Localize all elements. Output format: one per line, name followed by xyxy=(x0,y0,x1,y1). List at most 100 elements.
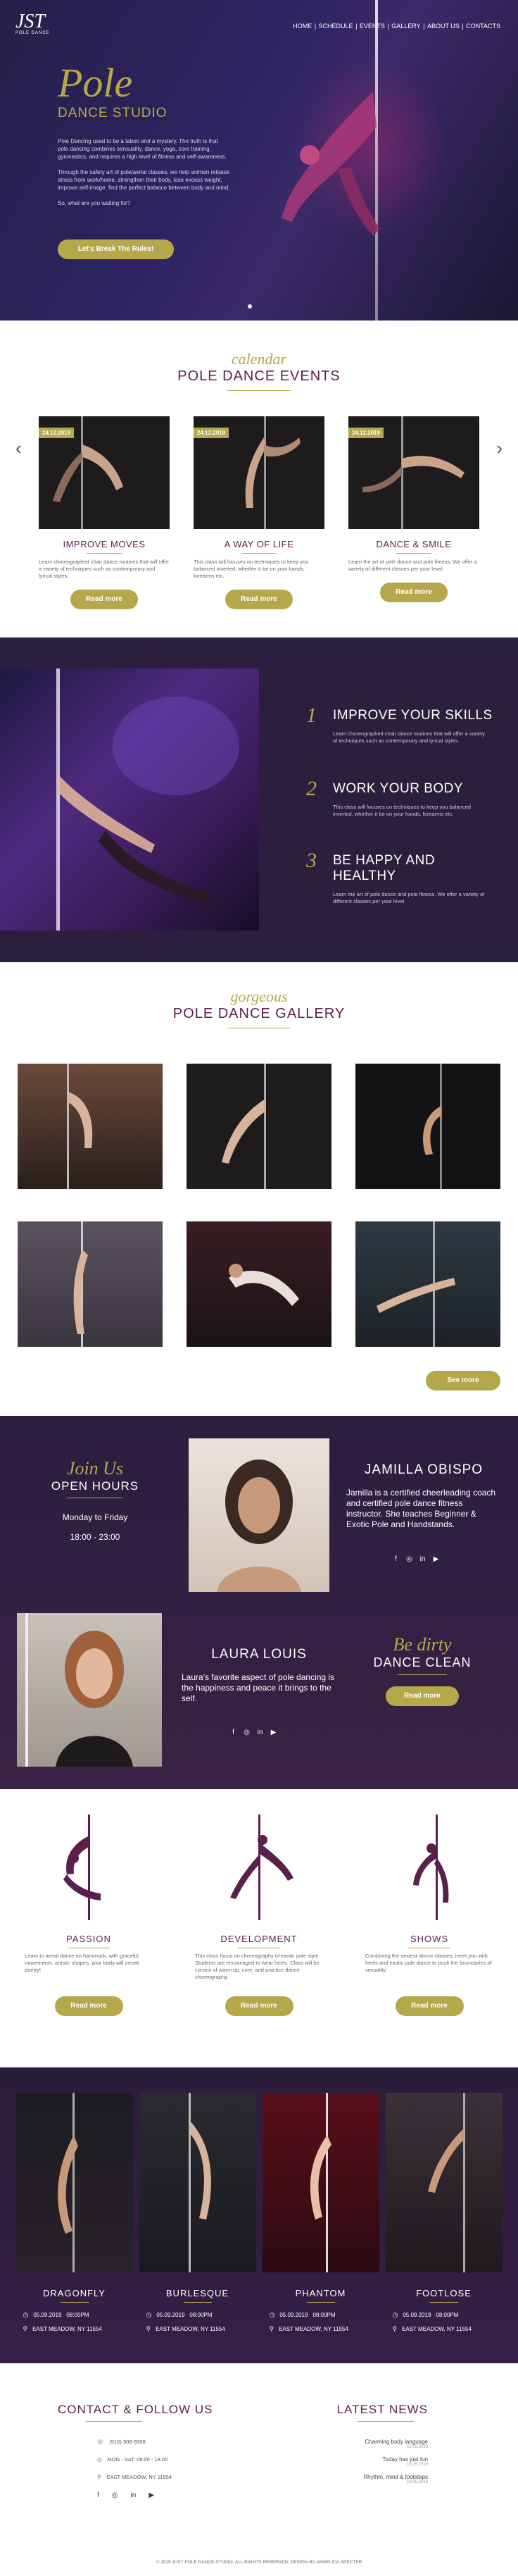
open-days: Monday to Friday xyxy=(62,1512,128,1522)
event-date: 24.12.2019 xyxy=(348,428,384,438)
nav-schedule[interactable]: SCHEDULE xyxy=(319,23,353,30)
event-title[interactable]: IMPROVE MOVES xyxy=(39,539,170,549)
gallery-image[interactable] xyxy=(187,1221,331,1347)
event-read-more-button[interactable]: Read more xyxy=(225,590,293,609)
event-card: 24.12.2019 A WAY OF LIFE This class will… xyxy=(194,416,324,609)
nav-gallery[interactable]: GALLERY xyxy=(391,23,420,30)
class-card: FOOTLOSE ◷ 05.09.2019 08:00PM ⚲ EAST MEADOW… xyxy=(385,2093,503,2363)
style-text: Combining the sexiest dance classes, mee… xyxy=(365,1953,492,1973)
prev-arrow-icon[interactable]: ‹ xyxy=(15,437,22,459)
instagram-icon[interactable]: ◎ xyxy=(243,1729,251,1736)
slider-dot[interactable] xyxy=(248,304,252,309)
social-links: f ◎ in ▶ xyxy=(229,1729,277,1736)
linkedin-icon[interactable]: in xyxy=(419,1555,427,1563)
social-links: f ◎ in ▶ xyxy=(392,1555,440,1563)
skill-text: This class will focuses on techniques to… xyxy=(333,804,471,817)
style-text: This class focus on choreography of exot… xyxy=(195,1953,320,1980)
hero-cta-button[interactable]: Let's Break The Rules! xyxy=(58,239,174,259)
event-read-more-button[interactable]: Read more xyxy=(70,590,138,609)
dance-clean-block: Be dirty DANCE CLEAN Read more xyxy=(366,1634,479,1706)
youtube-icon[interactable]: ▶ xyxy=(432,1555,440,1563)
nav-events[interactable]: EVENTS xyxy=(360,23,385,30)
class-image[interactable] xyxy=(15,2093,133,2272)
news-item[interactable]: Rhythm, mind & footsteps xyxy=(336,2474,428,2480)
facebook-icon[interactable]: f xyxy=(97,2491,99,2499)
style-card: PASSION Learn to aerial dance on hammock… xyxy=(25,1815,153,2067)
gallery-image[interactable] xyxy=(355,1064,500,1189)
footer-social: f ◎ in ▶ xyxy=(97,2491,213,2499)
gallery-image[interactable] xyxy=(18,1064,163,1189)
dance-clean-read-more-button[interactable]: Read more xyxy=(386,1686,459,1706)
events-title: POLE DANCE EVENTS xyxy=(177,368,341,384)
site-logo[interactable]: JST POLE DANCE xyxy=(15,12,58,41)
nav-contacts[interactable]: CONTACTS xyxy=(466,23,500,30)
class-image[interactable] xyxy=(139,2093,256,2272)
dancer-silhouette-icon xyxy=(230,1815,293,1920)
class-image[interactable] xyxy=(262,2093,379,2272)
team-name: JAMILLA OBISPO xyxy=(364,1462,484,1477)
team-photo-laura xyxy=(17,1613,162,1767)
next-arrow-icon[interactable]: › xyxy=(496,437,503,459)
event-date: 24.12.2019 xyxy=(194,428,229,438)
linkedin-icon[interactable]: in xyxy=(131,2491,137,2499)
clock-icon: ◷ xyxy=(392,2311,398,2318)
team-name: LAURA LOUIS xyxy=(211,1647,307,1662)
team-section: Join Us OPEN HOURS Monday to Friday 18:0… xyxy=(0,1416,518,1789)
location-icon: ⚲ xyxy=(392,2325,398,2332)
gallery-see-more-button[interactable]: See more xyxy=(426,1371,500,1390)
hero-description: Pole Dancing used to be a taboo and a my… xyxy=(58,138,230,206)
main-nav: HOME | SCHEDULE | EVENTS | GALLERY | ABO… xyxy=(293,23,500,30)
style-read-more-button[interactable]: Read more xyxy=(395,1996,464,2016)
class-card: PHANTOM ◷ 05.09.2019 08:00PM ⚲ EAST MEADOW,… xyxy=(262,2093,379,2363)
class-image[interactable] xyxy=(385,2093,503,2272)
event-card: 24.12.2019 IMPROVE MOVES Learn choreogra… xyxy=(39,416,170,609)
gallery-image[interactable] xyxy=(187,1064,331,1189)
facebook-icon[interactable]: f xyxy=(392,1555,400,1563)
instagram-icon[interactable]: ◎ xyxy=(112,2491,118,2499)
open-hours: Join Us OPEN HOURS Monday to Friday 18:0… xyxy=(42,1458,148,1552)
event-title[interactable]: DANCE & SMILE xyxy=(348,539,479,549)
dancer-silhouette-icon xyxy=(413,1815,449,1920)
skill-item: 2 WORK YOUR BODY This class will focuses… xyxy=(306,777,496,818)
styles-section: PASSION Learn to aerial dance on hammock… xyxy=(0,1789,518,2067)
youtube-icon[interactable]: ▶ xyxy=(270,1729,277,1736)
gallery-image[interactable] xyxy=(18,1221,163,1347)
style-read-more-button[interactable]: Read more xyxy=(54,1996,123,2016)
clock-icon: ◷ xyxy=(269,2311,275,2318)
contact-title: CONTACT & FOLLOW US xyxy=(58,2403,213,2416)
dancer-silhouette-icon xyxy=(63,1815,101,1920)
class-card: DRAGONFLY ◷ 05.09.2019 08:00PM ⚲ EAST MEADO… xyxy=(15,2093,133,2363)
location-icon: ⚲ xyxy=(23,2325,28,2332)
style-title: PASSION xyxy=(66,1934,111,1944)
nav-about[interactable]: ABOUT US xyxy=(427,23,460,30)
event-card: 24.12.2019 DANCE & SMILE Learn the art o… xyxy=(348,416,479,609)
news-item[interactable]: Charming body language xyxy=(336,2439,428,2445)
style-read-more-button[interactable]: Read more xyxy=(225,1996,293,2016)
team-desc: Jamilla is a certified cheerleading coac… xyxy=(346,1488,496,1529)
location-icon: ⚲ xyxy=(146,2325,151,2332)
clock-icon: ◷ xyxy=(97,2456,102,2463)
nav-home[interactable]: HOME xyxy=(293,23,312,30)
gallery-image[interactable] xyxy=(355,1221,500,1347)
style-text: Learn to aerial dance on hammock, with g… xyxy=(25,1953,140,1973)
youtube-icon[interactable]: ▶ xyxy=(149,2491,154,2499)
skill-text: Learn choreographed chair dance routines… xyxy=(333,730,485,744)
style-card: DEVELOPMENT This class focus on choreogr… xyxy=(195,1815,323,2067)
skill-item: 1 IMPROVE YOUR SKILLS Learn choreographe… xyxy=(306,704,496,745)
event-title[interactable]: A WAY OF LIFE xyxy=(194,539,324,549)
event-image: 24.12.2019 xyxy=(194,416,324,529)
contact-phone[interactable]: (516) 908-9308 xyxy=(109,2439,145,2445)
phone-icon: ☏ xyxy=(97,2439,104,2445)
news-title: LATEST NEWS xyxy=(336,2403,428,2416)
news-item[interactable]: Today has just fun xyxy=(336,2456,428,2463)
style-card: SHOWS Combining the sexiest dance classe… xyxy=(365,1815,493,2067)
linkedin-icon[interactable]: in xyxy=(256,1729,264,1736)
event-image: 24.12.2019 xyxy=(39,416,170,529)
instagram-icon[interactable]: ◎ xyxy=(405,1555,413,1563)
clock-icon: ◷ xyxy=(23,2311,29,2318)
event-image: 24.12.2019 xyxy=(348,416,479,529)
style-title: DEVELOPMENT xyxy=(220,1934,298,1944)
event-read-more-button[interactable]: Read more xyxy=(380,583,448,602)
facebook-icon[interactable]: f xyxy=(229,1729,237,1736)
class-title: DRAGONFLY xyxy=(43,2288,106,2298)
